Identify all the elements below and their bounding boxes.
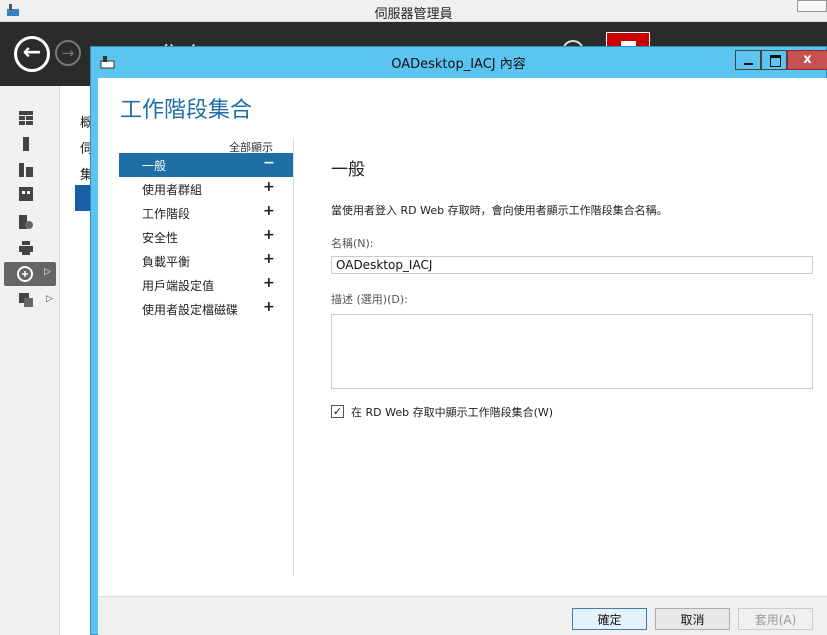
- nav-item-label: 使用者設定檔磁碟: [142, 303, 239, 317]
- iis-icon[interactable]: [18, 214, 34, 230]
- local-server-icon[interactable]: [18, 136, 34, 152]
- nav-item-label: 一般: [142, 159, 167, 173]
- description-label: 描述 (選用)(D):: [331, 293, 408, 306]
- expand-arrow-icon[interactable]: ▷: [46, 294, 53, 304]
- nav-divider: [293, 138, 294, 576]
- wsus-icon[interactable]: [18, 292, 34, 308]
- ok-button[interactable]: 確定: [572, 608, 647, 630]
- show-in-rdweb-label[interactable]: 在 RD Web 存取中顯示工作階段集合(W): [351, 404, 553, 420]
- restore-button[interactable]: [797, 0, 827, 12]
- nav-item-label: 用戶端設定值: [142, 279, 215, 293]
- nav-item-general[interactable]: 一般 −: [119, 153, 293, 177]
- print-services-icon[interactable]: [18, 240, 34, 256]
- secondary-nav: 概 伺 集: [60, 86, 93, 635]
- properties-dialog: OADesktop_IACJ 內容 x 工作階段集合 全部顯示 一般 − 使用者…: [90, 46, 827, 635]
- dialog-body: 工作階段集合 全部顯示 一般 − 使用者群組 + 工作階段 + 安全性 + 負載…: [98, 78, 827, 635]
- expand-icon[interactable]: +: [263, 227, 275, 243]
- all-servers-icon[interactable]: [18, 162, 34, 178]
- nav-item-load-balancing[interactable]: 負載平衡 +: [119, 249, 293, 273]
- expand-arrow-icon[interactable]: ▷: [44, 267, 51, 277]
- cancel-button[interactable]: 取消: [655, 608, 730, 630]
- nav-item-label: 工作階段: [142, 207, 191, 221]
- file-storage-icon[interactable]: [18, 186, 34, 202]
- nav-item-security[interactable]: 安全性 +: [119, 225, 293, 249]
- nav-item-user-groups[interactable]: 使用者群組 +: [119, 177, 293, 201]
- dialog-footer: 確定 取消 套用(A): [98, 596, 827, 635]
- server-manager-title: 伺服器管理員: [374, 7, 453, 22]
- description-input[interactable]: [331, 314, 813, 389]
- apply-button[interactable]: 套用(A): [738, 608, 813, 630]
- expand-icon[interactable]: +: [263, 203, 275, 219]
- close-button[interactable]: x: [787, 50, 827, 70]
- expand-icon[interactable]: +: [263, 275, 275, 291]
- nav-item-user-profile-disks[interactable]: 使用者設定檔磁碟 +: [119, 297, 293, 321]
- dialog-title: OADesktop_IACJ 內容: [391, 57, 526, 72]
- section-description: 當使用者登入 RD Web 存取時，會向使用者顯示工作階段集合名稱。: [331, 204, 668, 217]
- nav-item-client-settings[interactable]: 用戶端設定值 +: [119, 273, 293, 297]
- nav-item-label: 安全性: [142, 231, 179, 245]
- remote-desktop-services-icon[interactable]: ▷: [4, 262, 56, 286]
- server-manager-titlebar: 伺服器管理員: [0, 0, 827, 22]
- section-title: 一般: [331, 160, 365, 180]
- forward-arrow-icon[interactable]: →: [55, 40, 81, 66]
- expand-icon[interactable]: +: [263, 251, 275, 267]
- nav-item-session[interactable]: 工作階段 +: [119, 201, 293, 225]
- nav-item-label: 使用者群組: [142, 183, 203, 197]
- name-input[interactable]: [331, 256, 813, 274]
- nav-item-label: 負載平衡: [142, 255, 191, 269]
- minimize-button[interactable]: [735, 50, 761, 70]
- collapse-icon[interactable]: −: [263, 155, 275, 171]
- show-in-rdweb-checkbox[interactable]: ✓: [331, 405, 344, 418]
- name-label: 名稱(N):: [331, 237, 374, 250]
- back-arrow-icon[interactable]: ←: [14, 36, 50, 72]
- maximize-button[interactable]: [761, 50, 787, 70]
- expand-icon[interactable]: +: [263, 299, 275, 315]
- dashboard-icon[interactable]: [18, 110, 34, 126]
- server-manager-sidebar: ▷ ▷: [0, 86, 60, 635]
- expand-icon[interactable]: +: [263, 179, 275, 195]
- page-title: 工作階段集合: [120, 98, 253, 123]
